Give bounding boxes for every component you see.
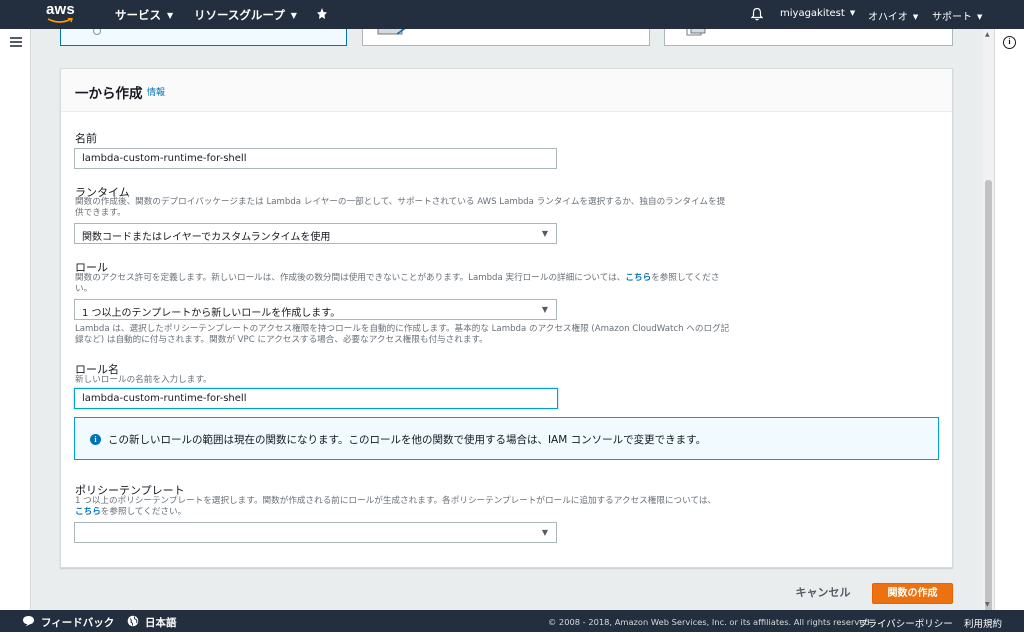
info-link[interactable]: 情報 <box>147 85 165 98</box>
role-note: Lambda は、選択したポリシーテンプレートのアクセス権限を持つロールを自動的… <box>75 324 745 346</box>
support-label: サポート <box>932 12 972 23</box>
dropdown-arrow-icon: ▼ <box>541 305 548 314</box>
info-alert: i この新しいロールの範囲は現在の関数になります。このロールを他の関数で使用する… <box>74 417 939 460</box>
role-description-text-post: を参照してくださ <box>651 273 720 283</box>
serverless-app-repository-card[interactable] <box>664 29 953 46</box>
policy-details-link[interactable]: こちら <box>75 507 101 517</box>
author-from-scratch-panel: 一から作成 情報 名前 lambda-custom-runtime-for-sh… <box>60 68 953 568</box>
role-note-line2: 録など) は自動的に付与されます。関数が VPC にアクセスする場合、必要なアク… <box>75 335 488 345</box>
footer-bar: フィードバック 日本語 © 2008 - 2018, Amazon Web Se… <box>0 610 1024 632</box>
speech-bubble-icon <box>23 616 34 627</box>
account-menu[interactable]: miyagakitest ▼ <box>780 8 855 19</box>
resource-groups-label: リソースグループ <box>194 8 285 22</box>
vertical-scrollbar[interactable]: ▲ ▼ <box>983 29 994 620</box>
repository-icon <box>686 29 706 36</box>
panel-header: 一から作成 情報 <box>61 69 952 112</box>
hamburger-menu-icon[interactable] <box>10 37 22 47</box>
runtime-description-line1: 関数の作成後、関数のデプロイパッケージまたは Lambda レイヤーの一部として… <box>75 197 726 207</box>
runtime-select[interactable]: 関数コードまたはレイヤーでカスタムランタイムを使用 ▼ <box>74 223 557 244</box>
policy-description-line2: こちらを参照してください。 <box>75 507 745 518</box>
chevron-down-icon: ▼ <box>290 11 297 20</box>
aws-logo-text: aws <box>46 1 75 18</box>
role-name-input[interactable]: lambda-custom-runtime-for-shell <box>74 388 558 409</box>
scrollbar-thumb[interactable] <box>985 180 992 620</box>
info-alert-text: この新しいロールの範囲は現在の関数になります。このロールを他の関数で使用する場合… <box>108 434 707 446</box>
right-help-rail: i <box>994 29 1024 610</box>
globe-icon <box>127 615 139 627</box>
language-selector[interactable]: 日本語 <box>145 615 177 630</box>
resource-groups-menu[interactable]: リソースグループ ▼ <box>194 7 297 23</box>
runtime-description-line2: 供できます。 <box>75 208 126 218</box>
chevron-down-icon: ▼ <box>977 13 983 21</box>
cancel-button[interactable]: キャンセル <box>790 583 856 603</box>
gear-icon <box>93 29 101 35</box>
blueprint-icon <box>377 29 406 35</box>
terms-of-use-link[interactable]: 利用規約 <box>964 616 1002 630</box>
role-name-description: 新しいロールの名前を入力します。 <box>75 375 212 385</box>
name-label: 名前 <box>75 132 97 145</box>
bell-icon[interactable] <box>751 7 763 21</box>
aws-logo[interactable]: aws <box>44 0 78 29</box>
scroll-up-arrow-icon[interactable]: ▲ <box>985 31 990 38</box>
copyright-text: © 2008 - 2018, Amazon Web Services, Inc.… <box>548 617 873 627</box>
role-description-line2: い。 <box>75 284 93 294</box>
aws-smile-icon <box>47 18 73 23</box>
role-description-text: 関数のアクセス許可を定義します。新しいロールは、作成後の数分間は使用できないこと… <box>75 273 626 283</box>
chevron-down-icon: ▼ <box>167 11 174 20</box>
author-from-scratch-card[interactable] <box>60 29 347 46</box>
blueprints-card[interactable] <box>362 29 650 46</box>
policy-description-line1: 1 つ以上のポリシーテンプレートを選択します。関数が作成される前にロールが生成さ… <box>75 496 717 506</box>
dropdown-arrow-icon: ▼ <box>541 229 548 238</box>
function-name-input[interactable]: lambda-custom-runtime-for-shell <box>74 148 557 169</box>
pin-icon[interactable] <box>316 7 328 21</box>
role-details-link[interactable]: こちら <box>625 273 651 283</box>
feedback-link[interactable]: フィードバック <box>41 615 114 630</box>
scroll-down-arrow-icon[interactable]: ▼ <box>985 601 990 608</box>
dropdown-arrow-icon: ▼ <box>541 528 548 537</box>
role-select[interactable]: 1 つ以上のテンプレートから新しいロールを作成します。 ▼ <box>74 299 557 320</box>
policy-templates-description: 1 つ以上のポリシーテンプレートを選択します。関数が作成される前にロールが生成さ… <box>75 496 745 518</box>
account-label: miyagakitest <box>780 8 845 19</box>
panel-title: 一から作成 <box>75 86 143 102</box>
services-menu[interactable]: サービス ▼ <box>115 7 173 23</box>
role-selected-value: 1 つ以上のテンプレートから新しいロールを作成します。 <box>82 308 341 319</box>
role-note-line1: Lambda は、選択したポリシーテンプレートのアクセス権限を持つロールを自動的… <box>75 324 730 334</box>
create-function-button[interactable]: 関数の作成 <box>872 583 953 604</box>
region-menu[interactable]: オハイオ ▼ <box>868 8 918 23</box>
runtime-selected-value: 関数コードまたはレイヤーでカスタムランタイムを使用 <box>82 232 331 243</box>
info-icon: i <box>90 434 101 445</box>
support-menu[interactable]: サポート ▼ <box>932 8 982 23</box>
role-description-line1: 関数のアクセス許可を定義します。新しいロールは、作成後の数分間は使用できないこと… <box>75 273 735 284</box>
help-info-icon[interactable]: i <box>1003 36 1016 49</box>
policy-description-text-post: を参照してください。 <box>100 507 187 517</box>
runtime-description: 関数の作成後、関数のデプロイパッケージまたは Lambda レイヤーの一部として… <box>75 197 735 219</box>
chevron-down-icon: ▼ <box>912 13 919 21</box>
chevron-down-icon: ▼ <box>849 9 856 17</box>
left-sidebar-rail <box>0 29 31 610</box>
services-label: サービス <box>115 8 161 22</box>
policy-templates-select[interactable]: ▼ <box>74 522 557 543</box>
region-label: オハイオ <box>868 12 908 23</box>
privacy-policy-link[interactable]: プライバシーポリシー <box>858 616 953 630</box>
top-navigation-bar: aws サービス ▼ リソースグループ ▼ miyagakitest ▼ オハイオ ▼ … <box>0 0 1024 29</box>
role-description: 関数のアクセス許可を定義します。新しいロールは、作成後の数分間は使用できないこと… <box>75 273 735 295</box>
